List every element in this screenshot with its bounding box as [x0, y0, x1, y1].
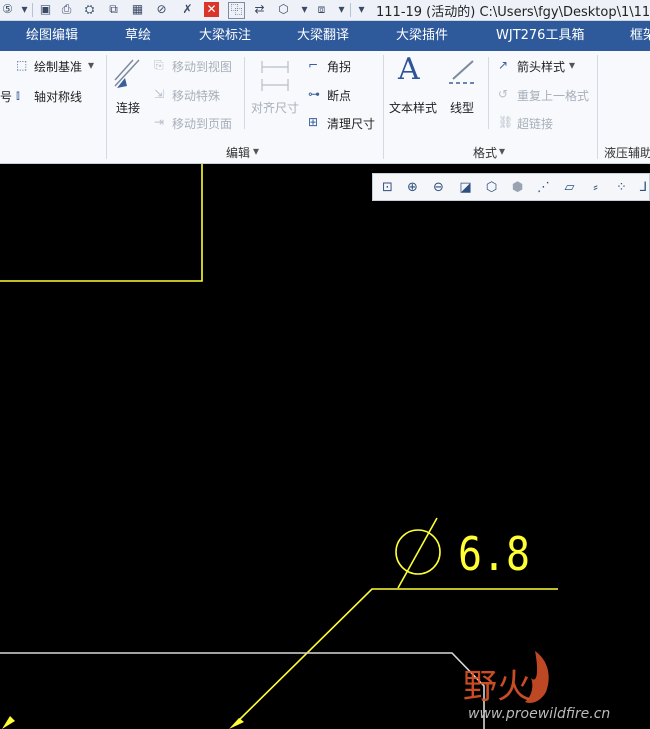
edit-group-label[interactable]: 编辑: [226, 144, 250, 161]
zoom-fit-icon[interactable]: ⊡: [379, 179, 396, 196]
move-to-view-button[interactable]: 移动到视图: [172, 58, 232, 75]
csys-display-icon[interactable]: ⅃: [635, 179, 650, 196]
repeat-format-icon: ↺: [498, 87, 509, 101]
draw-datum-button[interactable]: 绘制基准: [34, 58, 82, 75]
dropdown-arrow-icon[interactable]: ▾: [297, 2, 312, 17]
repeat-format-button[interactable]: 重复上一格式: [517, 87, 589, 104]
tab-frame[interactable]: 框架: [630, 21, 650, 51]
dropdown-arrow-icon[interactable]: ▾: [499, 144, 505, 158]
view-manager-icon[interactable]: ⬢: [509, 179, 526, 196]
zoom-in-icon[interactable]: ⊕: [404, 179, 421, 196]
tab-beam-plugin[interactable]: 大梁插件: [396, 21, 448, 51]
breakpoint-icon: ⊶: [308, 87, 320, 101]
connect-icon: [114, 59, 140, 88]
arrow-style-icon: ↗: [498, 58, 509, 72]
symbol-label[interactable]: 号: [0, 88, 12, 105]
graphics-toolbar: ⊡ ⊕ ⊖ ◪ ⬡ ⬢ ⋰ ▱ ⸗ ⁘ ⅃: [372, 173, 650, 201]
move-to-view-icon: ⎘: [154, 58, 164, 72]
tab-wjt276-toolbox[interactable]: WJT276工具箱: [496, 21, 584, 51]
corner-button[interactable]: 角拐: [327, 58, 351, 75]
corner-icon: ⌐: [308, 58, 319, 72]
connect-button[interactable]: 连接: [116, 99, 140, 116]
move-special-button[interactable]: 移动特殊: [172, 87, 220, 104]
copy-icon[interactable]: ⿻: [228, 2, 245, 19]
cube-icon[interactable]: ⬡: [276, 2, 291, 17]
draw-datum-icon: ⬚: [16, 58, 28, 72]
datum-display-icon[interactable]: ⋰: [535, 179, 552, 196]
zoom-out-icon[interactable]: ⊖: [430, 179, 447, 196]
clean-dimension-button[interactable]: 清理尺寸: [327, 115, 375, 132]
tab-sketch[interactable]: 草绘: [125, 21, 151, 51]
regenerate-icon[interactable]: ⛭: [82, 2, 97, 17]
windows-icon[interactable]: ⧈: [314, 2, 329, 17]
tab-beam-annotation[interactable]: 大梁标注: [199, 21, 251, 51]
subgroup-divider: [244, 57, 245, 129]
subgroup-divider: [488, 57, 489, 129]
align-dimension-button[interactable]: 对齐尺寸: [251, 99, 299, 116]
align-dimension-icon: [261, 61, 289, 91]
arrow-style-button[interactable]: 箭头样式: [517, 58, 565, 75]
text-style-button[interactable]: 文本样式: [389, 99, 437, 116]
dropdown-arrow-icon[interactable]: ▾: [88, 58, 94, 72]
tab-beam-translation[interactable]: 大梁翻译: [297, 21, 349, 51]
circled-5-icon[interactable]: ⑤: [0, 2, 15, 17]
plane-display-icon[interactable]: ▱: [561, 179, 578, 196]
ribbon-tab-bar: 绘图编辑 草绘 大梁标注 大梁翻译 大梁插件 WJT276工具箱 框架: [0, 21, 650, 51]
group-divider: [106, 55, 107, 159]
ribbon-panel: 号 ⬚ 绘制基准 ▾ ⫾ 轴对称线 连接 ⎘ 移动到视图 ⇲ 移动特殊 ⇥ 移动…: [0, 51, 650, 164]
toolbar-separator: [350, 3, 351, 17]
hyperlink-button[interactable]: 超链接: [517, 115, 553, 132]
format-group-label[interactable]: 格式: [473, 144, 497, 161]
move-special-icon: ⇲: [154, 87, 165, 101]
move-to-page-icon: ⇥: [154, 115, 165, 129]
dropdown-arrow-icon[interactable]: ▾: [253, 144, 259, 158]
move-to-page-button[interactable]: 移动到页面: [172, 115, 232, 132]
dropdown-arrow-icon[interactable]: ▾: [334, 2, 349, 17]
group-divider: [383, 55, 384, 159]
print-icon[interactable]: ⎙: [59, 2, 74, 17]
cross-icon[interactable]: ✗: [180, 2, 195, 17]
hydraulic-group-label[interactable]: 液压辅助: [604, 144, 650, 161]
dimension-value[interactable]: 6.8: [458, 527, 530, 581]
tab-drawing-edit[interactable]: 绘图编辑: [26, 21, 78, 51]
save-icon[interactable]: ▣: [38, 2, 53, 17]
close-window-icon[interactable]: ✕: [204, 2, 219, 17]
window-icon[interactable]: ⧉: [106, 2, 121, 17]
axis-symmetry-button[interactable]: 轴对称线: [34, 88, 82, 105]
watermark-url: www.proewildfire.cn: [468, 706, 610, 722]
customize-arrow-icon[interactable]: ▾: [354, 2, 369, 17]
swap-icon[interactable]: ⇄: [252, 2, 267, 17]
text-style-icon: A: [398, 52, 420, 87]
toolbar-separator: [32, 3, 33, 17]
dropdown-arrow-icon[interactable]: ▾: [17, 2, 32, 17]
axis-symmetry-icon: ⫾: [16, 88, 20, 102]
quick-access-bar: ⑤ ▾ ▣ ⎙ ⛭ ⧉ ▦ ⊘ ✗ ✕ ⿻ ⇄ ⬡ ▾ ⧈ ▾ ▾ 111-19…: [0, 0, 650, 21]
breakpoint-button[interactable]: 断点: [327, 87, 351, 104]
line-type-icon: [449, 60, 475, 84]
watermark-title: 野火: [463, 667, 531, 707]
group-divider: [597, 55, 598, 159]
table-icon[interactable]: ▦: [130, 2, 145, 17]
repaint-icon[interactable]: ◪: [457, 179, 474, 196]
dropdown-arrow-icon[interactable]: ▾: [569, 58, 575, 72]
datum-icon[interactable]: ⊘: [154, 2, 169, 17]
line-type-button[interactable]: 线型: [450, 99, 474, 116]
clean-dimension-icon: ⊞: [308, 115, 319, 129]
window-title: 111-19 (活动的) C:\Users\fgy\Desktop\1\111: [376, 5, 650, 20]
hyperlink-icon: ⛓: [498, 115, 514, 129]
display-style-icon[interactable]: ⬡: [483, 179, 500, 196]
point-display-icon[interactable]: ⁘: [613, 179, 630, 196]
axis-display-icon[interactable]: ⸗: [587, 179, 604, 196]
